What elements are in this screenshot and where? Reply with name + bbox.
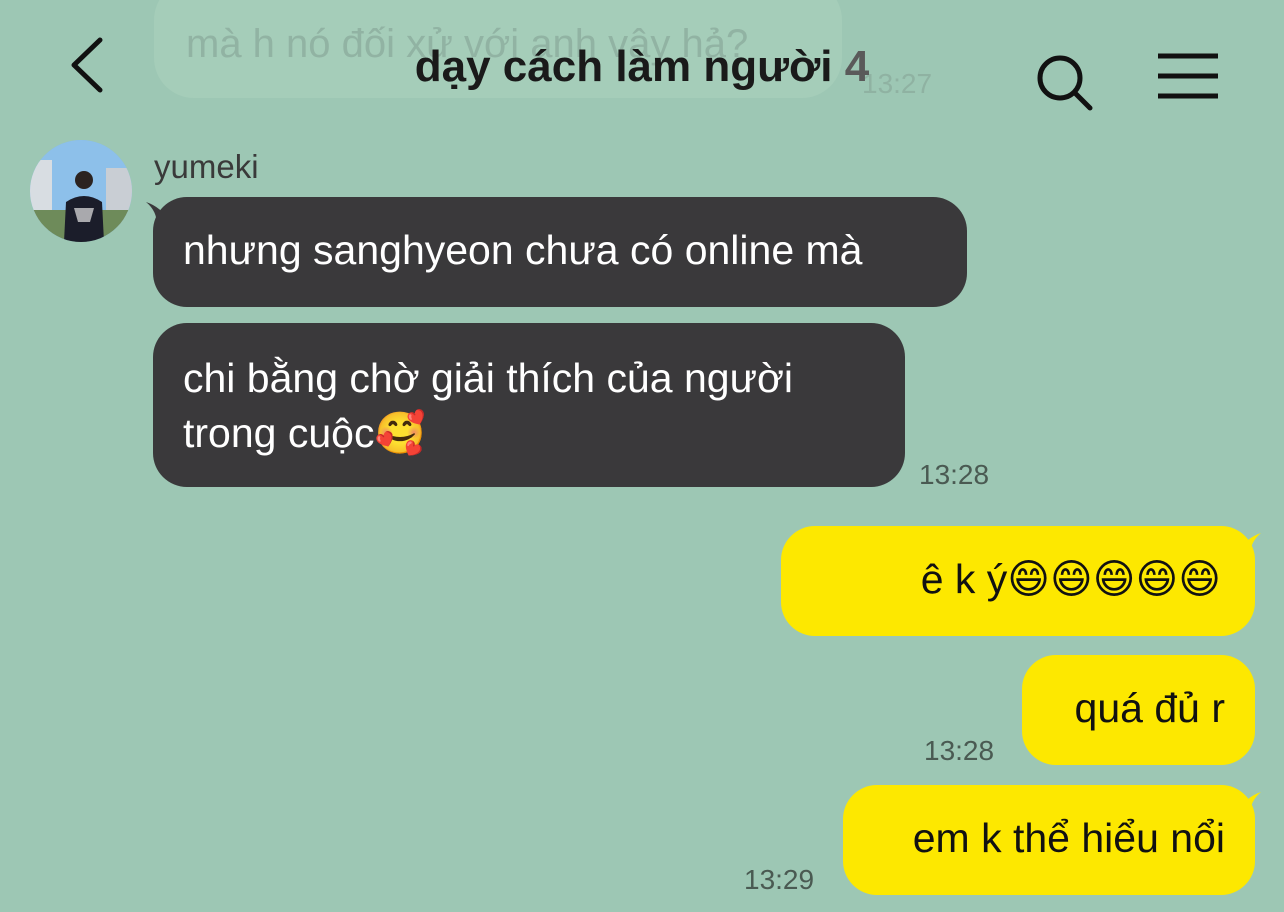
message-bubble[interactable]: em k thể hiểu nổi [843, 785, 1255, 895]
message-text: nhưng sanghyeon chưa có online mà [183, 227, 863, 273]
avatar[interactable] [30, 140, 132, 242]
message-text: quá đủ r [1074, 685, 1225, 731]
message-text-line: chi bằng chờ giải thích của người [183, 355, 794, 401]
message-bubble[interactable]: nhưng sanghyeon chưa có online mà [153, 197, 967, 307]
sender-name: yumeki [154, 148, 259, 185]
message-text: em k thể hiểu nổi [912, 815, 1225, 861]
message-bubble[interactable]: quá đủ r [1022, 655, 1255, 765]
message-text: ê k ý😄😄😄😄😄 [920, 556, 1221, 602]
member-count: 4 [844, 42, 870, 91]
search-icon[interactable] [1030, 48, 1098, 116]
message-time: 13:29 [744, 864, 815, 895]
group-name: dạy cách làm người [414, 42, 833, 91]
message-time: 13:28 [919, 459, 990, 490]
message-bubble[interactable]: chi bằng chờ giải thích của người trong … [153, 323, 905, 487]
menu-icon[interactable] [1152, 50, 1224, 106]
message-text-line: trong cuộc🥰 [183, 410, 426, 456]
message-time: 13:28 [924, 735, 995, 766]
message-bubble[interactable]: ê k ý😄😄😄😄😄 [781, 526, 1255, 636]
